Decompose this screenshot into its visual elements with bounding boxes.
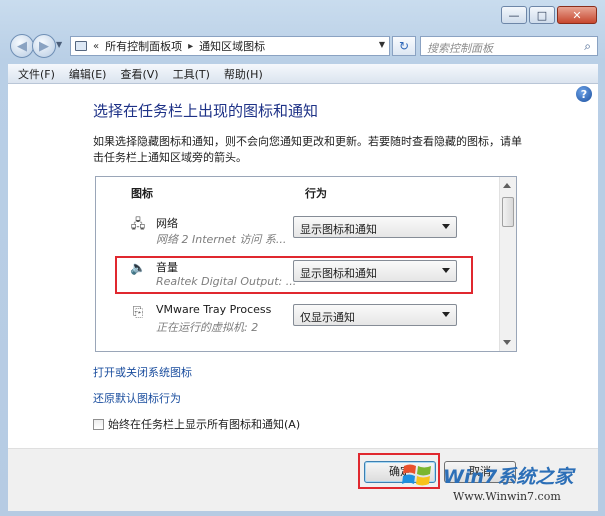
list-scrollbar[interactable] — [499, 177, 516, 351]
breadcrumb-separator-icon[interactable]: ▸ — [188, 41, 193, 52]
item-subtitle: 正在运行的虚拟机: 2 — [156, 321, 259, 334]
menu-help[interactable]: 帮助(H) — [224, 66, 263, 82]
close-button[interactable]: ✕ — [557, 6, 597, 24]
list-item-vmware[interactable]: ⎘ VMware Tray Process 正在运行的虚拟机: 2 仅显示通知 — [118, 301, 488, 341]
search-placeholder: 搜索控制面板 — [427, 42, 493, 55]
windows-logo-icon — [402, 464, 431, 486]
caption-buttons: — □ ✕ — [501, 6, 597, 24]
page-title: 选择在任务栏上出现的图标和通知 — [93, 102, 319, 120]
list-item-network[interactable]: 🖧 网络 网络 2 Internet 访问 系... 显示图标和通知 — [118, 213, 488, 253]
page-description: 如果选择隐藏图标和通知，则不会向您通知更改和更新。若要随时查看隐藏的图标，请单击… — [93, 135, 522, 164]
menu-edit[interactable]: 编辑(E) — [69, 66, 107, 82]
column-header-icon: 图标 — [131, 187, 153, 200]
scroll-thumb[interactable] — [502, 197, 514, 227]
restore-defaults-link[interactable]: 还原默认图标行为 — [93, 390, 181, 406]
breadcrumb-all-items[interactable]: 所有控制面板项 — [105, 38, 182, 54]
watermark-url: Www.Winwin7.com — [453, 490, 561, 503]
refresh-button[interactable]: ↻ — [392, 36, 416, 56]
address-root-chevron[interactable]: « — [93, 41, 99, 52]
item-name: 网络 — [156, 217, 178, 230]
system-icons-link[interactable]: 打开或关闭系统图标 — [93, 364, 192, 380]
scroll-up-icon[interactable] — [503, 183, 511, 188]
navigation-bar: ◀ ▶ ▼ « 所有控制面板项 ▸ 通知区域图标 ▼ ↻ 搜索控制面板 ⌕ — [10, 34, 598, 58]
back-arrow-icon: ◀ — [17, 38, 27, 54]
behavior-value: 仅显示通知 — [300, 311, 355, 324]
vmware-icon: ⎘ — [132, 305, 144, 320]
scroll-down-icon[interactable] — [503, 340, 511, 345]
item-name: VMware Tray Process — [156, 303, 272, 316]
control-panel-icon — [75, 41, 87, 51]
back-button[interactable]: ◀ — [10, 34, 34, 58]
search-input[interactable]: 搜索控制面板 ⌕ — [420, 36, 598, 56]
refresh-icon: ↻ — [398, 39, 410, 53]
search-icon[interactable]: ⌕ — [584, 39, 591, 54]
always-show-all-checkbox[interactable]: 始终在任务栏上显示所有图标和通知(A) — [93, 416, 300, 432]
maximize-button[interactable]: □ — [529, 6, 555, 24]
chevron-down-icon — [442, 224, 450, 229]
column-header-behavior: 行为 — [305, 187, 327, 200]
minimize-button[interactable]: — — [501, 6, 527, 24]
checkbox-box[interactable] — [93, 418, 104, 430]
window: — □ ✕ ◀ ▶ ▼ « 所有控制面板项 ▸ 通知区域图标 ▼ ↻ 搜索控制面… — [0, 0, 605, 516]
breadcrumb-notification-icons[interactable]: 通知区域图标 — [199, 38, 265, 54]
behavior-value: 显示图标和通知 — [300, 223, 377, 236]
watermark: Win7系统之家 Www.Winwin7.com — [401, 454, 601, 510]
chevron-down-icon — [442, 312, 450, 317]
address-bar[interactable]: « 所有控制面板项 ▸ 通知区域图标 ▼ — [70, 36, 390, 56]
menu-view[interactable]: 查看(V) — [120, 66, 158, 82]
menu-bar: 文件(F) 编辑(E) 查看(V) 工具(T) 帮助(H) — [8, 64, 598, 84]
address-dropdown-icon[interactable]: ▼ — [379, 40, 385, 49]
menu-tools[interactable]: 工具(T) — [173, 66, 210, 82]
forward-arrow-icon: ▶ — [39, 38, 49, 54]
menu-file[interactable]: 文件(F) — [18, 66, 55, 82]
help-icon[interactable]: ? — [576, 86, 592, 102]
watermark-brand: Win7系统之家 — [443, 466, 574, 488]
item-subtitle: 网络 2 Internet 访问 系... — [156, 233, 287, 246]
annotation-highlight-volume-row — [115, 256, 473, 294]
checkbox-label: 始终在任务栏上显示所有图标和通知(A) — [108, 418, 301, 431]
network-icon: 🖧 — [130, 217, 146, 232]
forward-button[interactable]: ▶ — [32, 34, 56, 58]
behavior-select-network[interactable]: 显示图标和通知 — [293, 216, 457, 238]
behavior-select-vmware[interactable]: 仅显示通知 — [293, 304, 457, 326]
recent-pages-dropdown-icon[interactable]: ▼ — [56, 40, 62, 49]
